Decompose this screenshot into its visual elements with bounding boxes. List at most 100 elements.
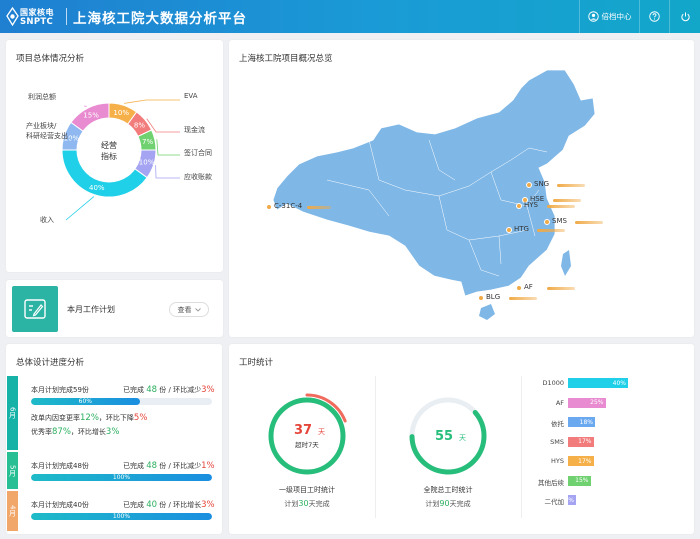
donut-slice-value: 8%	[134, 121, 145, 129]
map-marker-dot[interactable]	[516, 203, 522, 209]
map-marker-bar	[307, 206, 331, 209]
donut-legend-label: 科研经营支出	[26, 131, 68, 140]
worktime-bar-value: 3%	[564, 496, 574, 504]
gauge-unit: 天	[459, 434, 466, 442]
map-marker-dot[interactable]	[266, 204, 272, 210]
map-marker-dot[interactable]	[544, 219, 550, 225]
power-icon	[680, 12, 690, 22]
donut-slice-value: 10%	[113, 109, 129, 117]
logo-text-en: SNPTC	[20, 17, 54, 27]
gauge-overtime-text: 超时7天	[295, 440, 319, 449]
progress-title: 总体设计进度分析	[16, 358, 85, 368]
gauge-unit: 天	[318, 428, 325, 436]
donut-legend-label: 收入	[40, 215, 54, 224]
progress-card: 总体设计进度分析	[6, 344, 222, 534]
map-marker-bar	[547, 287, 575, 290]
edit-document-icon	[24, 299, 46, 319]
worktime-bar[interactable]: 17%	[568, 436, 594, 447]
donut-slice-value: 7%	[142, 138, 153, 146]
worktime-bar-label: 依托	[551, 420, 564, 428]
logout-button[interactable]	[669, 0, 700, 33]
donut-leader-line	[65, 196, 95, 221]
donut-slice-value: 15%	[83, 111, 99, 119]
worktime-bar[interactable]: 25%	[568, 397, 606, 408]
worktime-bar-value: 15%	[575, 477, 589, 484]
gauge-name: 一级项目工时统计	[279, 485, 335, 494]
gauge-plan-pre: 计划	[284, 499, 298, 508]
taiwan-island	[561, 250, 571, 276]
gauge-plan-pre: 计划	[425, 499, 439, 508]
gauge-plan-text: 计划90天完成	[425, 499, 470, 508]
hainan-island	[479, 304, 495, 320]
worktime-bar[interactable]: 18%	[568, 417, 595, 427]
donut-leader-line	[156, 139, 180, 156]
worktime-gauges: 37 天超时7天一级项目工时统计计划30天完成55 天全院总工时统计计划90天完成	[264, 393, 487, 508]
donut-legend-label: 签订合同	[184, 148, 212, 157]
donut-slice-value: 40%	[89, 184, 105, 192]
view-plan-button[interactable]: 查看	[169, 302, 209, 317]
map-marker-label: HTG	[514, 225, 529, 233]
worktime-bar-value: 40%	[612, 379, 626, 387]
plan-icon-box	[12, 286, 58, 332]
nuclear-logo-icon	[6, 7, 19, 26]
map-marker-bar	[553, 199, 581, 202]
map-marker-bar	[575, 221, 603, 224]
worktime-bar-value: 25%	[590, 399, 604, 406]
chevron-down-icon	[194, 307, 201, 312]
map-marker-bar	[557, 184, 585, 187]
gauge-name: 全院总工时统计	[424, 485, 473, 494]
worktime-bar-label: 二代加	[544, 498, 565, 506]
view-plan-label: 查看	[177, 305, 192, 314]
map-marker-label: AF	[524, 283, 533, 291]
worktime-bar-label: HYS	[551, 457, 564, 465]
worktime-bar-label: AF	[555, 398, 564, 407]
donut-leader-line	[155, 165, 180, 179]
worktime-bar[interactable]: 3%	[564, 495, 576, 505]
map-marker-label: HYS	[524, 201, 538, 209]
map-card: 上海核工院项目概况总览 C-31C-4 SNG HSE HYS SMS HTG AF BLG	[229, 40, 694, 337]
donut-legend-label: 产业板块/	[26, 121, 57, 130]
overview-donut-chart: 10%EVA8%现金流7%签订合同10%应收账款40%收入10%产业板块/科研经…	[26, 92, 212, 224]
donut-leader-line	[124, 99, 180, 104]
map-marker-dot[interactable]	[516, 285, 522, 291]
worktime-bar[interactable]: 40%	[568, 378, 628, 388]
top-header: 国家核电 SNPTC 上海核工院大数据分析平台 倍档中心	[0, 0, 700, 33]
map-marker-dot[interactable]	[526, 182, 532, 188]
user-center-button[interactable]: 倍档中心	[579, 0, 639, 33]
gauge-value: 37	[294, 423, 312, 438]
map-marker-label: BLG	[486, 293, 501, 301]
worktime-bar-value: 17%	[578, 438, 592, 445]
logo[interactable]: 国家核电 SNPTC	[6, 6, 62, 28]
gauge-plan-post: 天完成	[450, 499, 471, 508]
plan-label: 本月工作计划	[67, 305, 115, 314]
map-marker-dot[interactable]	[506, 227, 512, 233]
overview-card: 项目总体情况分析 10% EVA 8% 现金流 7% 签订合同 10% 应收账款 40% 收入 10…	[6, 40, 223, 272]
gauge-value: 55	[435, 429, 453, 444]
bars-divider	[521, 376, 522, 518]
donut-legend-label: 利润总额	[28, 92, 56, 101]
worktime-bar[interactable]: 15%	[568, 475, 591, 486]
donut-legend-label: 现金流	[184, 125, 205, 134]
donut-center-line2: 指标	[101, 151, 117, 161]
map-marker-bar	[537, 229, 565, 232]
donut-legend-label: EVA	[184, 92, 198, 100]
user-center-label: 倍档中心	[601, 12, 632, 21]
worktime-bar-label: D1000	[542, 379, 564, 387]
gauge-plan-text: 计划30天完成	[284, 499, 329, 508]
map-marker-label: SMS	[552, 217, 567, 225]
map-marker-dot[interactable]	[478, 295, 484, 301]
app-title: 上海核工院大数据分析平台	[73, 11, 247, 27]
gauge-divider	[375, 376, 376, 518]
donut-slice-value: 10%	[139, 159, 155, 167]
map-marker-bar	[509, 297, 537, 300]
map-marker-label: C-31C-4	[274, 202, 303, 210]
donut-center-line1: 经营	[101, 140, 117, 150]
help-button[interactable]	[639, 0, 669, 33]
worktime-bar-label: 其他后续	[538, 478, 564, 487]
header-divider	[66, 8, 67, 25]
china-map	[272, 69, 596, 320]
worktime-bar[interactable]: 17%	[568, 456, 594, 466]
gauge-plan-days: 30	[298, 499, 308, 508]
gauge-plan-post: 天完成	[309, 499, 330, 508]
gauge-plan-days: 90	[439, 499, 449, 508]
